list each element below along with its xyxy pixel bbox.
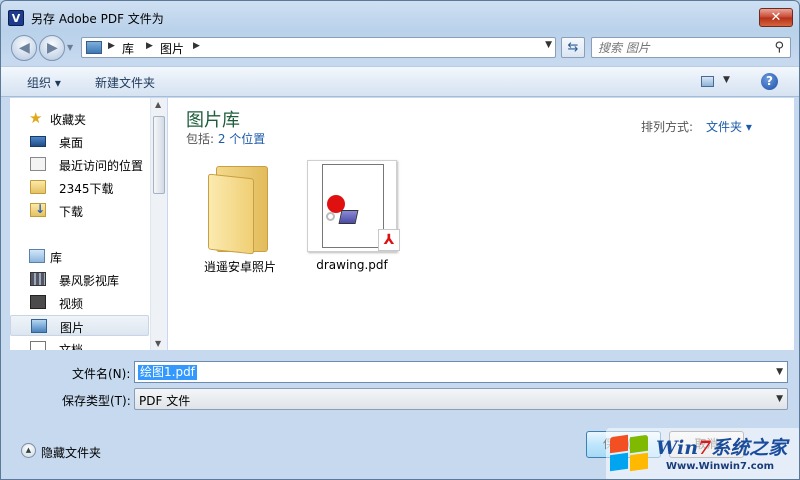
brand-seven: 7 — [698, 437, 712, 459]
nav-pictures[interactable]: 图片 — [10, 315, 149, 336]
scroll-up-icon[interactable]: ▲ — [155, 100, 161, 109]
search-box[interactable]: ⚲ — [591, 37, 791, 58]
nav-favorites[interactable]: ★ 收藏夹 — [10, 108, 149, 129]
help-icon[interactable]: ? — [761, 73, 778, 90]
nav-item-label: 最近访问的位置 — [59, 159, 144, 173]
film-icon — [30, 295, 46, 309]
filename-label: 文件名(N): — [72, 367, 131, 381]
document-icon — [30, 341, 46, 350]
arrange-by-dropdown[interactable]: 文件夹 ▾ — [706, 118, 752, 135]
breadcrumb-separator-icon[interactable]: ▶ — [146, 41, 153, 51]
brand-suffix: 系统之家 — [711, 437, 788, 459]
filetype-dropdown-icon[interactable]: ▼ — [776, 394, 783, 404]
breadcrumb-pictures[interactable]: 图片 — [160, 40, 184, 57]
desktop-icon — [30, 136, 46, 147]
nav-item-label: 图片 — [60, 321, 85, 335]
collapse-chevron-icon: ▲ — [21, 443, 36, 458]
new-folder-button[interactable]: 新建文件夹 — [95, 74, 155, 91]
organize-button[interactable]: 组织 ▾ — [27, 74, 61, 91]
filetype-value: PDF 文件 — [139, 394, 191, 408]
app-icon: V — [8, 10, 24, 26]
library-includes: 包括: 2 个位置 — [186, 130, 265, 147]
change-view-icon[interactable] — [701, 76, 714, 87]
navigation-pane: ★ 收藏夹 桌面 最近访问的位置 2345下载 下载 库 暴风影视库 — [10, 98, 167, 350]
filetype-label: 保存类型(T): — [62, 394, 131, 408]
hide-folders-label: 隐藏文件夹 — [41, 446, 102, 460]
search-input[interactable] — [598, 40, 768, 55]
pdf-thumbnail: ⅄ — [307, 160, 400, 252]
filename-value[interactable]: 绘图1.pdf — [138, 365, 197, 380]
nav-libraries[interactable]: 库 — [10, 246, 149, 267]
hide-folders-toggle[interactable]: ▲ 隐藏文件夹 — [21, 443, 131, 461]
nav-item-label: 下载 — [59, 205, 84, 219]
nav-2345-downloads[interactable]: 2345下载 — [10, 177, 149, 198]
includes-locations-link[interactable]: 2 个位置 — [218, 132, 265, 146]
scroll-down-icon[interactable]: ▼ — [155, 339, 161, 348]
file-list-pane: 图片库 包括: 2 个位置 排列方式: 文件夹 ▾ 逍遥安卓照片 ⅄ drawi… — [168, 98, 794, 350]
library-title: 图片库 — [186, 110, 240, 131]
address-dropdown-icon[interactable]: ▼ — [545, 40, 552, 50]
includes-prefix: 包括: — [186, 132, 218, 146]
brand-prefix: Win — [656, 437, 699, 459]
downloads-icon — [30, 202, 46, 217]
nav-item-label: 暴风影视库 — [59, 274, 120, 288]
breadcrumb-separator-icon[interactable]: ▶ — [108, 41, 115, 51]
filetype-select[interactable]: PDF 文件 ▼ — [134, 388, 788, 410]
watermark-brand: Win7系统之家 — [656, 433, 787, 460]
pdf-page-preview — [322, 164, 384, 248]
nav-desktop[interactable]: 桌面 — [10, 131, 149, 152]
nav-item-label: 2345下载 — [59, 182, 114, 196]
folder-icon — [30, 180, 46, 194]
nav-item-label: 桌面 — [59, 136, 84, 150]
video-library-icon — [30, 272, 46, 286]
back-arrow-icon: ◀ — [19, 40, 30, 56]
arrange-by-label: 排列方式: — [641, 120, 694, 134]
address-bar[interactable]: ▶ 库 ▶ 图片 ▶ ▼ — [81, 37, 556, 58]
nav-item-label: 库 — [50, 251, 63, 265]
library-icon — [29, 249, 45, 263]
file-name: drawing.pdf — [316, 258, 388, 272]
refresh-button[interactable]: ⇆ — [561, 37, 585, 58]
back-button[interactable]: ◀ — [11, 35, 37, 61]
watermark-url: Www.Winwin7.com — [666, 461, 775, 472]
forward-button[interactable]: ▶ — [39, 35, 65, 61]
file-tile-pdf[interactable]: ⅄ drawing.pdf — [165, 160, 405, 280]
forward-arrow-icon: ▶ — [47, 40, 58, 56]
site-watermark: Win7系统之家 Www.Winwin7.com — [606, 428, 799, 479]
nav-recent-places[interactable]: 最近访问的位置 — [10, 154, 149, 175]
nav-item-label: 收藏夹 — [50, 113, 87, 127]
windows-logo-icon — [610, 434, 650, 472]
breadcrumb-separator-icon[interactable]: ▶ — [193, 41, 200, 51]
filename-field[interactable]: 绘图1.pdf ▼ — [134, 361, 788, 383]
nav-video-library[interactable]: 暴风影视库 — [10, 269, 149, 290]
save-as-dialog: V 另存 Adobe PDF 文件为 ✕ ◀ ▶ ▼ ▶ 库 ▶ 图片 ▶ ▼ … — [0, 0, 800, 480]
view-options-dropdown-icon[interactable]: ▼ — [723, 75, 730, 85]
nav-item-label: 视频 — [59, 297, 84, 311]
recent-places-icon — [30, 157, 46, 171]
nav-videos[interactable]: 视频 — [10, 292, 149, 313]
recent-pages-dropdown-icon[interactable]: ▼ — [67, 43, 73, 52]
pictures-folder-icon — [86, 41, 102, 54]
title-bar: V 另存 Adobe PDF 文件为 ✕ — [1, 1, 799, 33]
pdf-icon: ⅄ — [378, 229, 400, 251]
refresh-icon: ⇆ — [567, 40, 579, 55]
search-icon[interactable]: ⚲ — [774, 40, 784, 55]
nav-item-label: 文档 — [59, 343, 84, 350]
scrollbar-thumb[interactable] — [153, 116, 165, 194]
command-bar: 组织 ▾ 新建文件夹 ▼ ? — [1, 66, 799, 97]
breadcrumb-library[interactable]: 库 — [122, 40, 134, 57]
filename-dropdown-icon[interactable]: ▼ — [776, 367, 783, 377]
pictures-icon — [31, 319, 47, 333]
nav-downloads[interactable]: 下载 — [10, 200, 149, 221]
window-title: 另存 Adobe PDF 文件为 — [31, 12, 164, 26]
close-button[interactable]: ✕ — [759, 8, 793, 27]
nav-documents[interactable]: 文档 — [10, 338, 149, 350]
star-icon: ★ — [29, 109, 43, 127]
